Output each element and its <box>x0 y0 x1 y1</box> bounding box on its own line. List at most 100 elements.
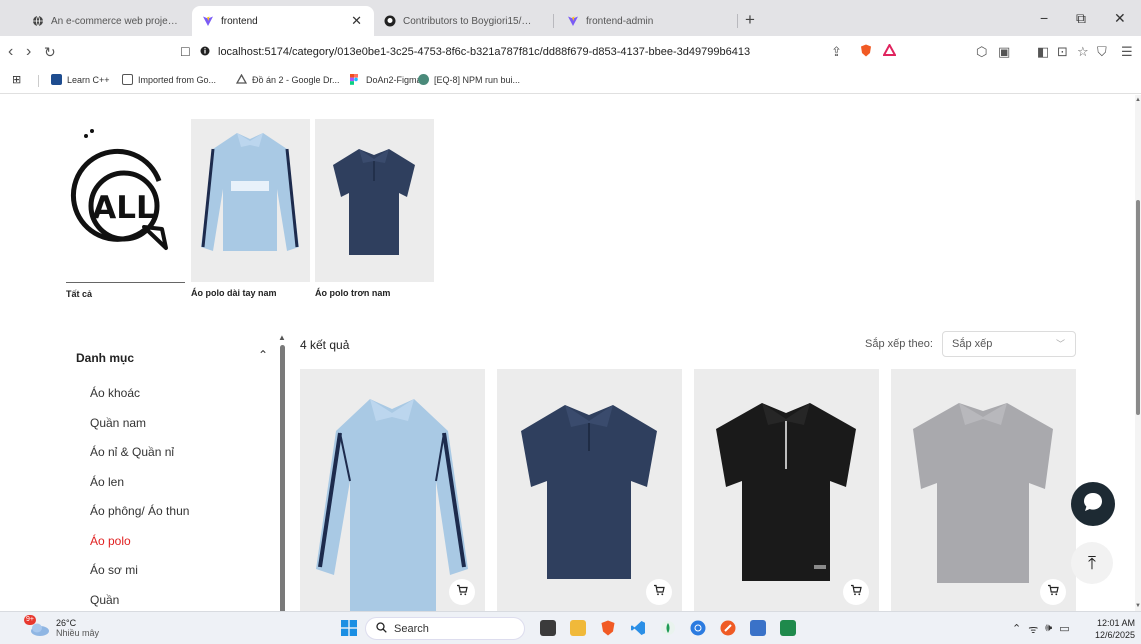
bookmark-figma[interactable]: DoAn2-Figma <box>350 74 422 85</box>
bookmark-imported[interactable]: Imported from Go... <box>122 74 216 85</box>
sidebar-item-quan-nam[interactable]: Quần nam <box>90 416 146 430</box>
add-to-cart-button[interactable] <box>1040 579 1066 605</box>
category-card-all[interactable]: ALL Tất cả <box>66 119 185 299</box>
file-explorer-icon[interactable] <box>570 620 586 636</box>
brave-browser-icon[interactable] <box>600 620 616 636</box>
wifi-icon[interactable]: ᯤ <box>1028 622 1038 637</box>
bookmark-label: [EQ-8] NPM run bui... <box>434 74 521 85</box>
sidebar-item-ao-len[interactable]: Áo len <box>90 475 124 489</box>
bookmark-learn-cpp[interactable]: Learn C++ <box>51 74 110 85</box>
apps-grid-icon[interactable]: ⊞ <box>12 73 21 86</box>
page-scrollbar[interactable]: ▲ ▼ <box>1135 95 1141 611</box>
add-to-cart-button[interactable] <box>843 579 869 605</box>
tab-search-icon[interactable]: ⊡ <box>1057 44 1068 60</box>
battery-icon[interactable]: ▭ <box>1059 622 1069 637</box>
tab-contributors[interactable]: Contributors to Boygiori15/DoAn2 <box>374 6 546 36</box>
brave-shield-icon[interactable] <box>860 44 872 60</box>
weather-badge: 9+ <box>24 615 36 625</box>
product-card[interactable] <box>497 369 682 611</box>
close-tab-icon[interactable]: ✕ <box>351 13 362 29</box>
postman-icon[interactable] <box>720 620 736 636</box>
sidebar-item-ao-so-mi[interactable]: Áo sơ mi <box>90 563 138 577</box>
vpn-icon[interactable]: ⛉ <box>1097 44 1107 60</box>
tab-title: Contributors to Boygiori15/DoAn2 <box>403 15 536 27</box>
reload-icon[interactable]: ↻ <box>44 44 56 61</box>
forward-icon[interactable]: › <box>26 43 31 61</box>
category-card-long-sleeve-polo[interactable]: Áo polo dài tay nam <box>191 119 310 298</box>
sidebar-item-ao-ni-quan-ni[interactable]: Áo nỉ & Quần nỉ <box>90 445 174 459</box>
sidebar-item-quan[interactable]: Quần <box>90 593 119 607</box>
sidebar-heading: Danh mục <box>76 351 135 365</box>
favorites-icon[interactable]: ☆ <box>1077 44 1089 60</box>
product-card[interactable] <box>694 369 879 611</box>
category-card-plain-polo[interactable]: Áo polo trơn nam <box>315 119 434 298</box>
sort-select[interactable]: Sắp xếp ﹀ <box>942 331 1076 357</box>
excel-icon[interactable] <box>780 620 796 636</box>
product-card[interactable] <box>300 369 485 611</box>
sidebar-item-ao-khoac[interactable]: Áo khoác <box>90 386 140 400</box>
scrollbar-thumb[interactable] <box>280 345 285 611</box>
sidebar-item-ao-phong[interactable]: Áo phông/ Áo thun <box>90 504 189 518</box>
outlook-icon[interactable] <box>750 620 766 636</box>
scroll-up-arrow-icon[interactable]: ▲ <box>1135 97 1141 103</box>
bookmark-label: DoAn2-Figma <box>366 74 422 85</box>
bookmark-jira[interactable]: [EQ-8] NPM run bui... <box>418 74 520 85</box>
cart-icon <box>1047 583 1059 601</box>
vscode-icon[interactable] <box>630 620 646 636</box>
scrollbar-thumb[interactable] <box>1136 200 1140 415</box>
folder-icon <box>122 74 133 85</box>
scroll-to-top-button[interactable]: ⤒ <box>1071 542 1113 584</box>
scroll-down-arrow-icon[interactable]: ▼ <box>1135 603 1141 609</box>
cart-icon <box>653 583 665 601</box>
weather-temp: 26°C <box>56 618 77 628</box>
menu-icon[interactable]: ☰ <box>1121 44 1133 60</box>
arrow-up-icon: ⤒ <box>1088 552 1096 573</box>
windows-start-icon[interactable] <box>341 620 357 641</box>
sidebar-toggle-icon[interactable]: ◧ <box>1037 44 1049 60</box>
new-tab-button[interactable]: + <box>745 10 755 30</box>
share-icon[interactable]: ⇪ <box>831 44 842 60</box>
address-bar-row: ‹ › ↻ ☐ localhost:5174/category/013e0be1… <box>0 36 1141 68</box>
volume-icon[interactable]: 🕪 <box>1045 622 1052 637</box>
tab-frontend-admin[interactable]: frontend-admin <box>557 6 737 36</box>
bookmarks-bar: ⊞ Learn C++ Imported from Go... Đồ án 2 … <box>0 68 1141 94</box>
chrome-icon[interactable] <box>690 620 706 636</box>
tab-frontend[interactable]: frontend ✕ <box>192 6 374 36</box>
brave-rewards-icon[interactable] <box>882 42 897 59</box>
site-info-icon[interactable] <box>200 43 210 61</box>
taskbar-search[interactable]: Search <box>365 617 525 640</box>
task-view-icon[interactable] <box>540 620 556 636</box>
bookmark-label: Learn C++ <box>67 74 110 85</box>
bookmark-google-drive[interactable]: Đồ án 2 - Google Dr... <box>235 73 340 85</box>
chat-button[interactable] <box>1071 482 1115 526</box>
minimize-button[interactable]: − <box>1040 10 1048 26</box>
sidebar-item-ao-polo[interactable]: Áo polo <box>90 534 131 548</box>
scroll-up-arrow-icon[interactable]: ▲ <box>278 333 286 342</box>
add-to-cart-button[interactable] <box>646 579 672 605</box>
figma-icon <box>350 74 361 85</box>
taskbar-search-placeholder: Search <box>394 622 429 635</box>
close-window-button[interactable]: ✕ <box>1114 10 1126 27</box>
restore-button[interactable]: ⧉ <box>1076 10 1086 27</box>
chevron-up-icon[interactable]: ⌃ <box>1012 622 1021 637</box>
system-tray: ⌃ ᯤ 🕪 ▭ <box>1012 622 1070 637</box>
tab-title: An e-commerce web project - Cart it <box>51 15 182 27</box>
back-icon[interactable]: ‹ <box>8 43 13 61</box>
google-drive-icon <box>235 73 248 85</box>
screenshot-icon[interactable]: ▣ <box>998 44 1010 60</box>
tab-title: frontend-admin <box>586 15 654 27</box>
extensions-icon[interactable]: ⬡ <box>976 44 987 60</box>
clock-date: 12/6/2025 <box>1094 630 1135 640</box>
weather-widget[interactable]: 9+ 26°C Nhiều mây <box>24 615 99 638</box>
taskbar-clock[interactable]: 12:01 AM 12/6/2025 <box>1089 617 1135 641</box>
tab-cart-project[interactable]: An e-commerce web project - Cart it <box>22 6 192 36</box>
bookmark-icon[interactable]: ☐ <box>180 45 191 59</box>
mongodb-compass-icon[interactable] <box>660 620 676 636</box>
product-card[interactable] <box>891 369 1076 611</box>
chevron-up-icon[interactable]: ⌃ <box>258 348 268 362</box>
url-field[interactable]: localhost:5174/category/013e0be1-3c25-47… <box>200 41 900 63</box>
add-to-cart-button[interactable] <box>449 579 475 605</box>
sidebar-scrollbar[interactable]: ▲ <box>278 333 286 611</box>
jira-icon <box>418 74 429 85</box>
all-icon: ALL <box>66 119 185 282</box>
